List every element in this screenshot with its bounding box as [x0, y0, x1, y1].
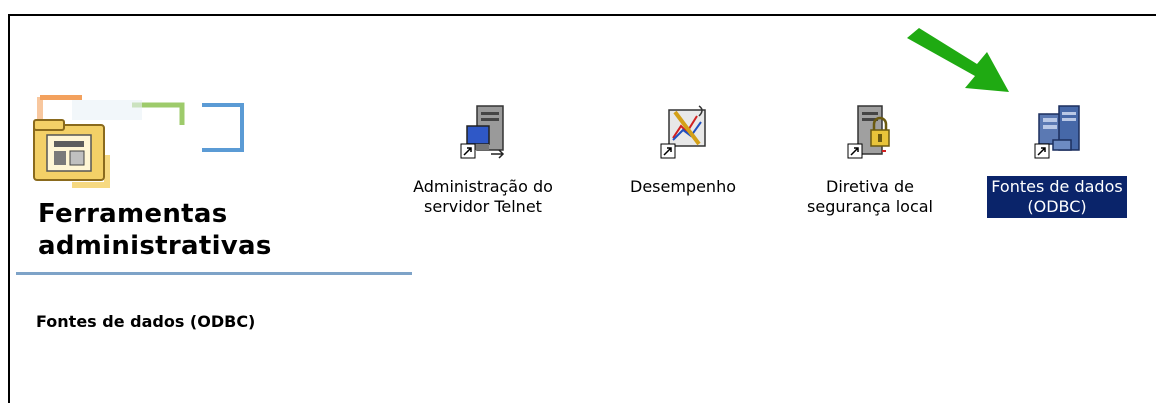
admin-tools-folder-icon — [33, 95, 244, 188]
item-label: Fontes de dados (ODBC) — [987, 176, 1127, 218]
item-local-security-policy[interactable]: Diretiva de segurança local — [785, 100, 955, 218]
title-divider — [16, 272, 412, 275]
item-label: Desempenho — [630, 177, 736, 196]
page-title-line-2: administrativas — [38, 231, 272, 261]
item-label: Administração do servidor Telnet — [413, 177, 553, 216]
telnet-server-icon — [460, 105, 505, 159]
item-telnet-server[interactable]: Administração do servidor Telnet — [398, 100, 568, 218]
odbc-data-sources-icon — [1034, 105, 1080, 159]
selected-item-name: Fontes de dados (ODBC) — [36, 312, 256, 331]
local-security-policy-icon — [847, 105, 890, 159]
page-title: Ferramentas administrativas — [38, 198, 272, 262]
page-title-line-1: Ferramentas — [38, 199, 228, 229]
performance-icon — [660, 105, 706, 159]
item-odbc-data-sources[interactable]: Fontes de dados (ODBC) — [972, 100, 1142, 218]
item-performance[interactable]: Desempenho — [598, 100, 768, 198]
item-label: Diretiva de segurança local — [807, 177, 933, 216]
green-arrow-icon — [907, 28, 1009, 92]
